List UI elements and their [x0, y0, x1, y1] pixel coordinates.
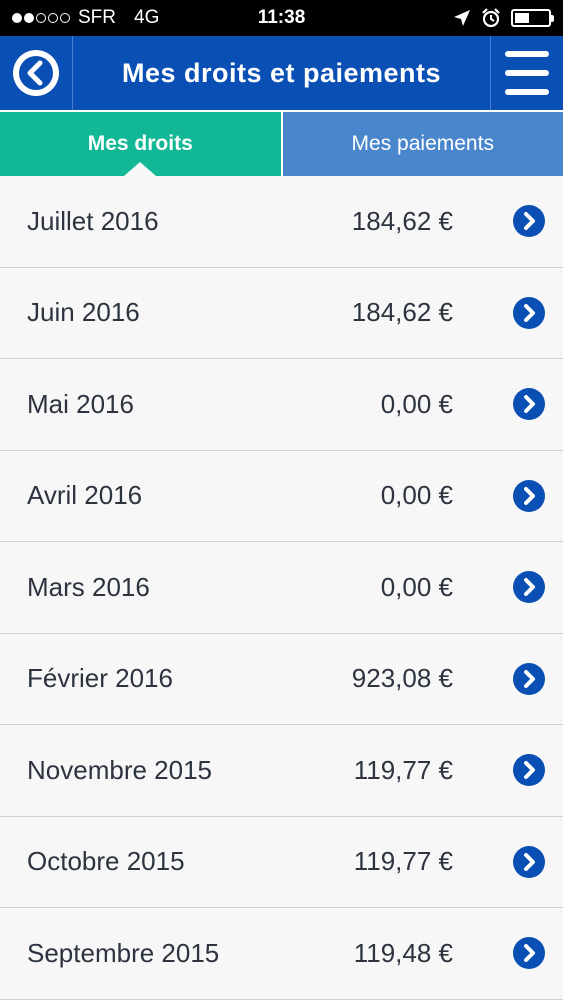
chevron-right-icon[interactable]: [513, 388, 545, 421]
carrier-name: SFR: [78, 7, 116, 28]
row-month: Juin 2016: [27, 297, 140, 328]
signal-dot: [36, 13, 46, 23]
row-amount: 119,77 €: [353, 846, 453, 877]
row-amount: 119,48 €: [353, 937, 453, 968]
chevron-right-icon[interactable]: [513, 479, 545, 512]
network-type: 4G: [134, 7, 160, 28]
row-month: Octobre 2015: [27, 846, 185, 877]
list-item[interactable]: Octobre 2015 119,77 €: [0, 817, 563, 908]
row-month: Septembre 2015: [27, 937, 220, 968]
list-item[interactable]: Février 2016 923,08 €: [0, 634, 563, 725]
list-item[interactable]: Mai 2016 0,00 €: [0, 359, 563, 451]
row-month: Avril 2016: [27, 480, 143, 511]
signal-strength-icon: [12, 13, 70, 23]
back-button[interactable]: [0, 36, 73, 110]
list-item[interactable]: Juillet 2016 184,62 €: [0, 176, 563, 268]
row-month: Novembre 2015: [27, 754, 212, 785]
row-month: Février 2016: [27, 663, 173, 694]
alarm-clock-icon: [482, 8, 500, 28]
status-right: [453, 8, 554, 28]
row-month: Mars 2016: [27, 571, 150, 602]
tab-mes-paiements[interactable]: Mes paiements: [280, 112, 563, 176]
list-item[interactable]: Novembre 2015 119,77 €: [0, 725, 563, 817]
row-amount: 184,62 €: [351, 205, 453, 236]
menu-button[interactable]: [490, 36, 563, 110]
signal-dot: [24, 13, 34, 23]
list-item[interactable]: Avril 2016 0,00 €: [0, 451, 563, 542]
list-item[interactable]: Juin 2016 184,62 €: [0, 268, 563, 359]
chevron-right-icon[interactable]: [513, 754, 545, 787]
status-left: SFR 4G: [12, 7, 159, 29]
chevron-right-icon[interactable]: [513, 205, 545, 238]
chevron-right-icon[interactable]: [513, 937, 545, 970]
row-amount: 184,62 €: [351, 297, 453, 328]
list-item[interactable]: Septembre 2015 119,48 €: [0, 908, 563, 1000]
app-header: Mes droits et paiements: [0, 36, 563, 112]
tab-label: Mes paiements: [351, 132, 494, 155]
chevron-right-icon[interactable]: [513, 662, 545, 695]
location-arrow-icon: [454, 10, 470, 26]
row-amount: 0,00 €: [380, 571, 453, 602]
rights-list: Juillet 2016 184,62 € Juin 2016 184,62 €…: [0, 176, 563, 1000]
chevron-right-icon[interactable]: [513, 571, 545, 604]
page-title: Mes droits et paiements: [121, 57, 442, 88]
row-month: Mai 2016: [27, 388, 134, 419]
status-bar: SFR 4G 11:38: [0, 0, 563, 36]
signal-dot: [12, 13, 22, 23]
chevron-right-icon[interactable]: [513, 296, 545, 329]
hamburger-menu-icon: [505, 51, 549, 95]
signal-dot: [60, 13, 70, 23]
row-month: Juillet 2016: [27, 205, 159, 236]
active-tab-indicator: [124, 162, 157, 176]
battery-fill: [515, 13, 530, 23]
signal-dot: [48, 13, 58, 23]
row-amount: 0,00 €: [380, 388, 453, 419]
list-item[interactable]: Mars 2016 0,00 €: [0, 542, 563, 634]
tab-label: Mes droits: [87, 132, 193, 155]
chevron-right-icon[interactable]: [513, 845, 545, 878]
row-amount: 923,08 €: [351, 663, 453, 694]
row-amount: 119,77 €: [353, 754, 453, 785]
row-amount: 0,00 €: [380, 480, 453, 511]
battery-icon: [511, 9, 554, 27]
tab-mes-droits[interactable]: Mes droits: [0, 112, 281, 176]
tab-bar: Mes droits Mes paiements: [0, 112, 563, 176]
back-circle-icon: [13, 50, 59, 96]
